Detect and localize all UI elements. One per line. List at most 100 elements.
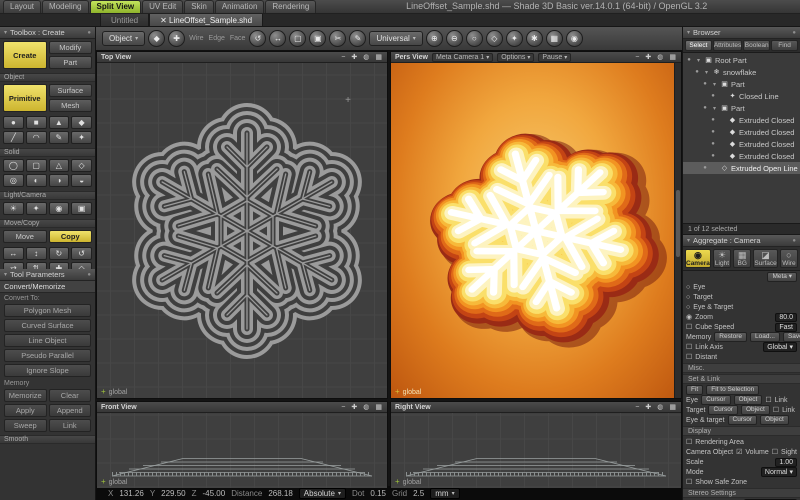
grid-toggle-icon[interactable]: ▦ (374, 53, 383, 61)
zoom-in-icon[interactable]: ✚ (350, 403, 358, 411)
save-button[interactable]: Save... (783, 332, 800, 342)
visibility-icon[interactable]: ● (701, 165, 709, 171)
tree-row-part[interactable]: ● ▾ ▣ Part (683, 78, 800, 90)
tab-attributes[interactable]: Attributes (713, 40, 742, 51)
toolbar-icon-8[interactable]: ⊕ (426, 30, 443, 47)
tree-row-closed-line[interactable]: ● ✦ Closed Line (683, 90, 800, 102)
pers-viewport[interactable]: Pers View Meta Camera 1 ▾ Options ▾ Paus… (390, 51, 682, 399)
zoom-in-icon[interactable]: ✚ (350, 53, 358, 61)
toolbox-header[interactable]: ▾ Toolbox : Create ● (0, 27, 95, 39)
front-viewport[interactable]: Front View − ✚ ◍ ▦ (96, 401, 388, 489)
expander-icon[interactable]: ▾ (711, 105, 718, 112)
zoom-value-field[interactable]: 80.0 (775, 313, 797, 322)
visibility-icon[interactable]: ● (701, 81, 709, 87)
rotate-cw-tool-icon[interactable]: ↻ (49, 247, 70, 260)
tab-select[interactable]: Select (685, 40, 712, 51)
toolbar-icon-4[interactable]: ▢ (289, 30, 306, 47)
top-viewport[interactable]: Top View − ✚ ◍ ▦ + (96, 51, 388, 399)
coordinate-mode-dropdown[interactable]: Absolute ▾ (299, 488, 346, 499)
camera-select-dropdown[interactable]: Meta Camera 1 ▾ (432, 53, 493, 62)
toolbar-icon-3[interactable]: ↔ (269, 30, 286, 47)
toolbar-icon-7[interactable]: ✎ (349, 30, 366, 47)
cube-speed-checkbox[interactable]: ☐ (686, 323, 692, 331)
visibility-icon[interactable]: ● (709, 93, 717, 99)
grid-toggle-icon[interactable]: ▦ (374, 403, 383, 411)
toolbar-icon-0[interactable]: ◆ (148, 30, 165, 47)
edge-mode-label[interactable]: Edge (209, 35, 225, 42)
pan-icon[interactable]: ◍ (362, 53, 370, 61)
zoom-out-icon[interactable]: − (634, 54, 640, 61)
arc-tool-icon[interactable]: ◠ (26, 131, 47, 144)
expander-icon[interactable]: ▾ (711, 81, 718, 88)
tab-layout[interactable]: Layout (3, 0, 41, 13)
unit-dropdown[interactable]: mm ▾ (430, 488, 459, 499)
distant-checkbox[interactable]: ☐ (686, 353, 692, 361)
scrollbar-thumb[interactable] (676, 190, 680, 257)
torus-tool-icon[interactable]: ◎ (3, 174, 24, 187)
tab-rendering[interactable]: Rendering (265, 0, 316, 13)
tree-row-root-part[interactable]: ● ▾ ▣ Root Part (683, 54, 800, 66)
collapse-triangle-icon[interactable]: ▾ (687, 237, 690, 244)
tree-row-extruded-open-line[interactable]: ● ◇ Extruded Open Line (683, 162, 800, 174)
visibility-icon[interactable]: ● (709, 117, 717, 123)
clear-button[interactable]: Clear (49, 389, 92, 402)
right-viewport-canvas[interactable]: + global (391, 413, 681, 488)
modify-button[interactable]: Modify (49, 41, 93, 54)
options-dropdown[interactable]: Options ▾ (497, 53, 534, 62)
sight-checkbox[interactable]: ☐ (772, 448, 778, 456)
tree-row-part[interactable]: ● ▾ ▣ Part (683, 102, 800, 114)
face-mode-label[interactable]: Face (230, 35, 246, 42)
toolbar-icon-9[interactable]: ⊖ (446, 30, 463, 47)
aggregate-header[interactable]: ▾ Aggregate : Camera ● (683, 235, 800, 247)
tab-bg[interactable]: ▦ BG (733, 249, 751, 268)
collapse-triangle-icon[interactable]: ▾ (687, 29, 690, 36)
doc-tab-untitled[interactable]: Untitled (100, 14, 149, 26)
collapse-triangle-icon[interactable]: ▾ (4, 29, 7, 36)
tab-find[interactable]: Find (771, 40, 798, 51)
eye-cursor-button[interactable]: Cursor (701, 395, 731, 405)
tree-row-extruded-closed[interactable]: ● ◆ Extruded Closed (683, 138, 800, 150)
tree-row-extruded-closed[interactable]: ● ◆ Extruded Closed (683, 126, 800, 138)
top-viewport-canvas[interactable]: + (97, 63, 387, 398)
toolbar-icon-1[interactable]: ✚ (168, 30, 185, 47)
browser-header[interactable]: ▾ Browser ● (683, 27, 800, 39)
rendering-area-checkbox[interactable]: ☐ (686, 438, 692, 446)
translate-y-tool-icon[interactable]: ↕ (26, 247, 47, 260)
target-radio[interactable]: ○ (686, 294, 690, 301)
expander-icon[interactable]: ▾ (703, 69, 710, 76)
tab-surface[interactable]: ◪ Surface (753, 249, 777, 268)
scale-field[interactable]: 1.00 (775, 458, 797, 467)
cone-tool-icon[interactable]: △ (49, 159, 70, 172)
zoom-out-icon[interactable]: − (634, 404, 640, 411)
eye-link-checkbox[interactable]: ☐ (765, 396, 771, 404)
object-dropdown[interactable]: Object ▾ (102, 31, 145, 46)
toolbar-icon-2[interactable]: ↺ (249, 30, 266, 47)
capsule-tool-icon[interactable]: ◑ (49, 174, 70, 187)
eye-target-object-button[interactable]: Object (760, 415, 789, 425)
pan-icon[interactable]: ◍ (656, 403, 664, 411)
ignore-slope-button[interactable]: Ignore Slope (4, 364, 91, 377)
viewport-scrollbar[interactable] (674, 63, 681, 398)
visibility-icon[interactable]: ● (693, 69, 701, 75)
line-tool-icon[interactable]: ╱ (3, 131, 24, 144)
visibility-icon[interactable]: ● (701, 105, 709, 111)
star-tool-icon[interactable]: ✦ (71, 131, 92, 144)
mode-dropdown[interactable]: Normal ▾ (761, 467, 797, 477)
move-button[interactable]: Move (3, 230, 47, 243)
tab-animation[interactable]: Animation (215, 0, 265, 13)
part-button[interactable]: Part (49, 56, 93, 69)
front-viewport-canvas[interactable]: + global (97, 413, 387, 488)
dome-tool-icon[interactable]: ◒ (71, 174, 92, 187)
link-axis-checkbox[interactable]: ☐ (686, 343, 692, 351)
point-tool-icon[interactable]: ● (3, 116, 24, 129)
safe-zone-checkbox[interactable]: ☐ (686, 478, 692, 486)
tool-parameters-header[interactable]: ▾ Tool Parameters ● (0, 269, 95, 281)
append-button[interactable]: Append (49, 404, 92, 417)
visibility-icon[interactable]: ● (709, 153, 717, 159)
sunlight-tool-icon[interactable]: ☀ (3, 202, 24, 215)
tab-split-view[interactable]: Split View (90, 0, 142, 13)
grid-toggle-icon[interactable]: ▦ (668, 53, 677, 61)
link-button[interactable]: Link (49, 419, 92, 432)
panel-menu-icon[interactable]: ● (792, 238, 796, 244)
camera-tool-icon[interactable]: ▣ (71, 202, 92, 215)
